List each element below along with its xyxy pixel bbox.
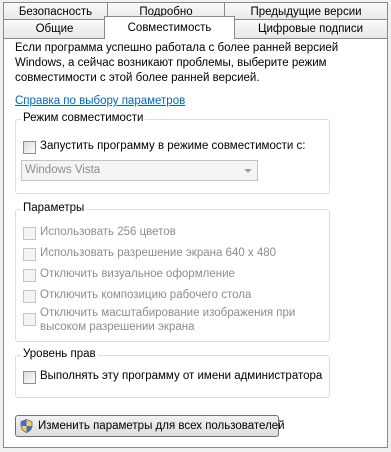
compat-mode-group: Режим совместимости Запустить программу … xyxy=(15,112,330,194)
privilege-level-legend: Уровень прав xyxy=(21,348,98,360)
tab-general[interactable]: Общие xyxy=(3,19,106,38)
disable-visual-themes-label[interactable]: Отключить визуальное оформление xyxy=(40,268,235,280)
compat-mode-checkbox[interactable] xyxy=(23,141,36,154)
compatibility-panel: Если программа успешно работала с более … xyxy=(3,38,388,448)
disable-dpi-scaling-label-line2[interactable]: высоком разрешении экрана xyxy=(40,321,195,333)
os-version-value: Windows Vista xyxy=(25,164,101,176)
chevron-down-icon xyxy=(244,169,252,173)
parameters-legend: Параметры xyxy=(21,202,87,214)
disable-desktop-composition-checkbox[interactable] xyxy=(23,290,36,303)
run-as-admin-label[interactable]: Выполнять эту программу от имени админис… xyxy=(40,370,322,382)
disable-dpi-scaling-label[interactable]: Отключить масштабирование изображения пр… xyxy=(40,307,295,319)
parameters-group: Параметры Использовать 256 цветов Исполь… xyxy=(15,202,330,342)
disable-dpi-scaling-checkbox[interactable] xyxy=(23,313,36,326)
change-settings-all-users-label: Изменить параметры для всех пользователе… xyxy=(38,420,285,432)
privilege-level-group: Уровень прав Выполнять эту программу от … xyxy=(15,348,330,398)
description-text: Если программа успешно работала с более … xyxy=(15,42,339,84)
use-256-colors-label[interactable]: Использовать 256 цветов xyxy=(40,226,176,238)
tab-digital-signatures[interactable]: Цифровые подписи xyxy=(233,19,388,38)
disable-desktop-composition-label[interactable]: Отключить композицию рабочего стола xyxy=(40,289,251,301)
resolution-640-label[interactable]: Использовать разрешение экрана 640 x 480 xyxy=(40,247,276,259)
uac-shield-icon xyxy=(20,419,33,433)
help-link[interactable]: Справка по выбору параметров xyxy=(15,95,185,107)
tab-compatibility[interactable]: Совместимость xyxy=(104,16,235,39)
compat-mode-legend: Режим совместимости xyxy=(21,112,146,124)
run-as-admin-checkbox[interactable] xyxy=(23,371,36,384)
os-version-select[interactable]: Windows Vista xyxy=(21,160,258,181)
change-settings-all-users-button[interactable]: Изменить параметры для всех пользователе… xyxy=(15,415,285,437)
disable-visual-themes-checkbox[interactable] xyxy=(23,269,36,282)
use-256-colors-checkbox[interactable] xyxy=(23,227,36,240)
resolution-640-checkbox[interactable] xyxy=(23,248,36,261)
compat-mode-label[interactable]: Запустить программу в режиме совместимос… xyxy=(40,140,305,152)
